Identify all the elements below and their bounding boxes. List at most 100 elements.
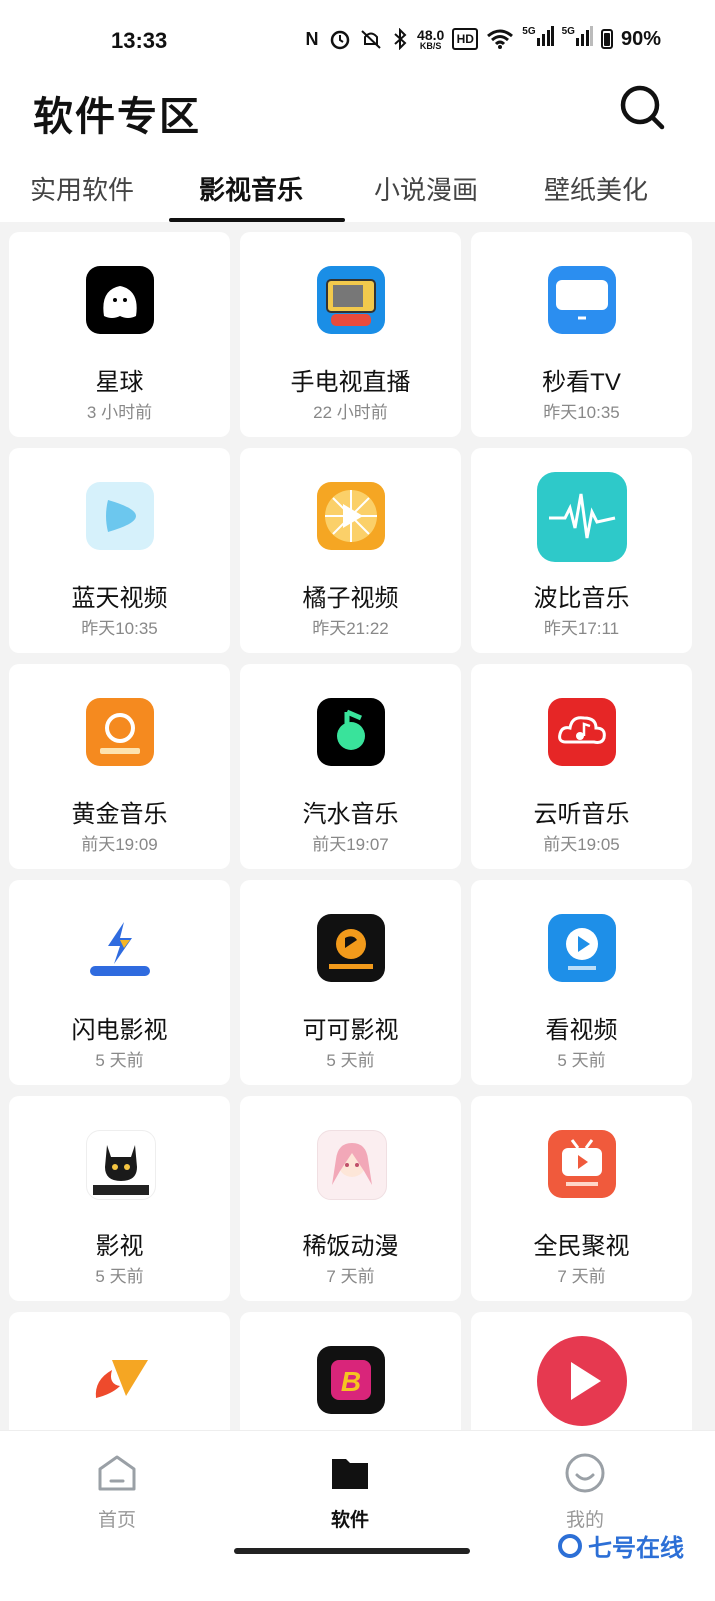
play-icon bbox=[537, 1336, 627, 1426]
app-time: 昨天10:35 bbox=[81, 619, 158, 638]
app-card[interactable]: 橘子视频 昨天21:22 bbox=[240, 448, 461, 653]
smile-icon bbox=[565, 1453, 605, 1493]
app-name: 橘子视频 bbox=[302, 585, 399, 612]
app-name: 星球 bbox=[95, 369, 144, 396]
tab-utility-software[interactable]: 实用软件 bbox=[30, 170, 134, 207]
app-name: 看视频 bbox=[545, 1017, 618, 1044]
app-card[interactable]: 蓝天视频 昨天10:35 bbox=[9, 448, 230, 653]
app-name: 黄金音乐 bbox=[71, 801, 168, 828]
app-time: 昨天21:22 bbox=[312, 619, 389, 638]
tab-novel-comic[interactable]: 小说漫画 bbox=[374, 170, 478, 207]
play-icon bbox=[86, 482, 154, 550]
app-card[interactable]: 星球 3 小时前 bbox=[9, 232, 230, 437]
search-icon bbox=[620, 85, 665, 130]
app-time: 昨天17:11 bbox=[543, 619, 620, 638]
tv-icon bbox=[548, 266, 616, 334]
app-name: 汽水音乐 bbox=[302, 801, 399, 828]
music-icon bbox=[86, 698, 154, 766]
music-note-icon bbox=[317, 698, 385, 766]
nav-software-label: 软件 bbox=[330, 1510, 369, 1531]
app-name: 闪电影视 bbox=[71, 1017, 168, 1044]
category-tabs: 实用软件 影视音乐 小说漫画 壁纸美化 bbox=[0, 160, 715, 222]
app-grid: 星球 3 小时前 手电视直播 22 小时前 秒看TV 昨天10:35 蓝天视频 … bbox=[0, 222, 715, 1430]
cloud-music-icon bbox=[548, 698, 616, 766]
app-name: 秒看TV bbox=[542, 369, 621, 396]
app-card[interactable]: 影视 5 天前 bbox=[9, 1096, 230, 1301]
app-card[interactable]: 全民聚视 7 天前 bbox=[471, 1096, 692, 1301]
app-card[interactable]: 云听音乐 前天19:05 bbox=[471, 664, 692, 869]
lightning-icon bbox=[86, 914, 154, 982]
app-card[interactable]: 稀饭动漫 7 天前 bbox=[240, 1096, 461, 1301]
app-card[interactable] bbox=[9, 1312, 230, 1430]
signal-icon-sim1: 5G bbox=[522, 26, 554, 52]
cat-icon bbox=[86, 1130, 156, 1200]
app-card[interactable]: 看视频 5 天前 bbox=[471, 880, 692, 1085]
network-speed: 48.0 KB/S bbox=[417, 26, 445, 51]
status-icons: N 48.0 KB/S HD 5G 5G 90% bbox=[303, 26, 661, 52]
b-logo-icon: B bbox=[317, 1346, 385, 1414]
mute-icon bbox=[359, 26, 383, 52]
waveform-icon bbox=[537, 472, 627, 562]
nfc-icon: N bbox=[305, 28, 319, 49]
page-title: 软件专区 bbox=[33, 95, 201, 139]
app-time: 5 天前 bbox=[95, 1051, 144, 1070]
battery-percent: 90% bbox=[620, 27, 661, 50]
status-bar: 13:33 N 48.0 KB/S HD 5G 5G 90% bbox=[0, 0, 715, 80]
app-card[interactable]: 黄金音乐 前天19:09 bbox=[9, 664, 230, 869]
app-time: 5 天前 bbox=[557, 1051, 606, 1070]
watermark: 七号在线 bbox=[558, 1528, 684, 1563]
app-card[interactable]: 波比音乐 昨天17:11 bbox=[471, 448, 692, 653]
folder-icon bbox=[332, 1459, 368, 1489]
app-time: 5 天前 bbox=[326, 1051, 375, 1070]
home-indicator[interactable] bbox=[234, 1548, 470, 1554]
app-name: 蓝天视频 bbox=[71, 585, 168, 612]
status-time: 13:33 bbox=[111, 28, 168, 53]
logo-icon bbox=[317, 914, 385, 982]
app-card[interactable]: B bbox=[240, 1312, 461, 1430]
tab-video-music[interactable]: 影视音乐 bbox=[199, 170, 303, 207]
app-card[interactable]: 手电视直播 22 小时前 bbox=[240, 232, 461, 437]
home-icon bbox=[98, 1455, 136, 1491]
nav-software[interactable]: 软件 bbox=[290, 1443, 410, 1533]
orange-icon bbox=[317, 482, 385, 550]
app-time: 5 天前 bbox=[95, 1267, 144, 1286]
play-icon bbox=[548, 914, 616, 982]
app-name: 云听音乐 bbox=[533, 801, 630, 828]
app-name: 手电视直播 bbox=[290, 369, 411, 396]
wifi-icon bbox=[486, 26, 514, 52]
app-time: 昨天10:35 bbox=[543, 403, 620, 422]
tv-play-icon bbox=[548, 1130, 616, 1198]
hd-icon: HD bbox=[452, 28, 479, 50]
app-name: 稀饭动漫 bbox=[302, 1233, 399, 1260]
watermark-text: 七号在线 bbox=[588, 1535, 684, 1562]
app-card[interactable]: 秒看TV 昨天10:35 bbox=[471, 232, 692, 437]
nav-mine[interactable]: 我的 bbox=[525, 1443, 645, 1533]
app-time: 3 小时前 bbox=[86, 403, 153, 422]
tab-wallpaper[interactable]: 壁纸美化 bbox=[544, 170, 648, 207]
app-card[interactable]: 闪电影视 5 天前 bbox=[9, 880, 230, 1085]
app-card[interactable]: 汽水音乐 前天19:07 bbox=[240, 664, 461, 869]
app-name: 可可影视 bbox=[302, 1017, 399, 1044]
bottom-nav: 首页 软件 我的 bbox=[0, 1430, 715, 1601]
app-time: 7 天前 bbox=[326, 1267, 375, 1286]
app-time: 前天19:07 bbox=[312, 835, 389, 854]
signal-icon-sim2: 5G bbox=[562, 26, 593, 52]
app-name: 波比音乐 bbox=[533, 585, 630, 612]
nav-home-label: 首页 bbox=[97, 1510, 136, 1531]
nav-home[interactable]: 首页 bbox=[57, 1443, 177, 1533]
app-time: 前天19:09 bbox=[81, 835, 158, 854]
app-time: 前天19:05 bbox=[543, 835, 620, 854]
app-card[interactable] bbox=[471, 1312, 692, 1430]
app-card[interactable]: 可可影视 5 天前 bbox=[240, 880, 461, 1085]
flame-play-icon bbox=[86, 1346, 154, 1414]
search-button[interactable] bbox=[617, 82, 667, 132]
bluetooth-icon bbox=[391, 26, 409, 52]
ghost-icon bbox=[86, 266, 154, 334]
app-time: 7 天前 bbox=[557, 1267, 606, 1286]
app-name: 全民聚视 bbox=[533, 1233, 630, 1260]
alarm-icon bbox=[329, 26, 351, 52]
battery-icon bbox=[600, 29, 613, 49]
app-name: 影视 bbox=[95, 1233, 144, 1260]
svg-text:B: B bbox=[341, 1366, 361, 1397]
watermark-logo-icon bbox=[558, 1533, 582, 1558]
